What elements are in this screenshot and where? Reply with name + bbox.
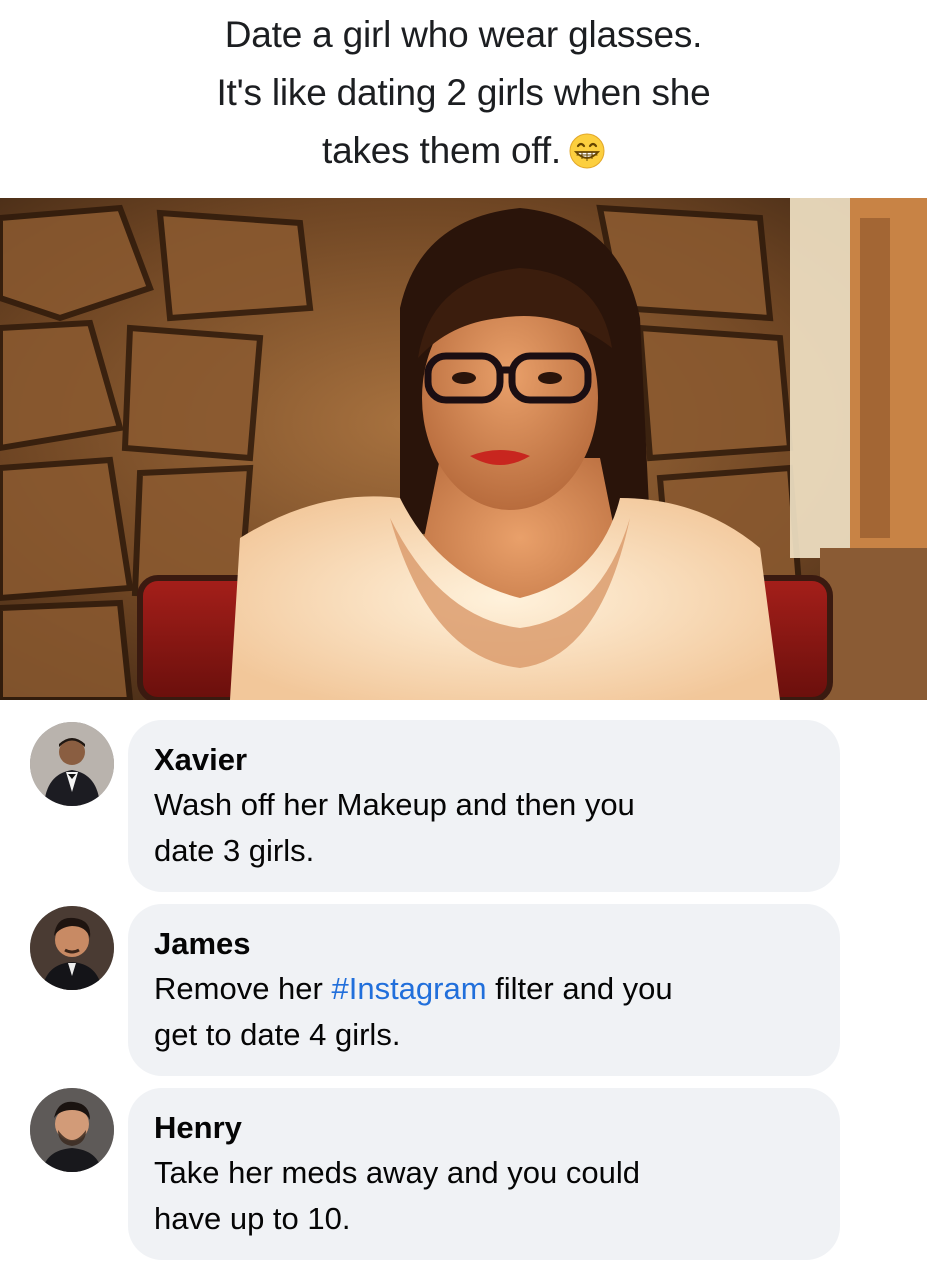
comment-author[interactable]: James — [154, 924, 814, 964]
james-comment-bubble: James Remove her #Instagram filter and y… — [128, 904, 840, 1076]
xavier-comment-bubble: Xavier Wash off her Makeup and then you … — [128, 720, 840, 892]
caption-line-3: takes them off. — [0, 122, 927, 180]
xavier-avatar[interactable] — [30, 722, 114, 806]
woman-with-glasses-photo-icon — [0, 198, 927, 700]
comments-section: Xavier Wash off her Makeup and then you … — [0, 700, 927, 1271]
caption-line-2: It's like dating 2 girls when she — [216, 72, 711, 113]
comment-text-line-1: Wash off her Makeup and then you — [154, 787, 635, 822]
bearded-man-avatar-icon — [30, 1088, 114, 1172]
comment-text-line-1: Remove her #Instagram filter and you — [154, 966, 814, 1012]
henry-avatar[interactable] — [30, 1088, 114, 1172]
comment-author[interactable]: Henry — [154, 1108, 814, 1148]
comment-author[interactable]: Xavier — [154, 740, 814, 780]
comment-text-line-2: have up to 10. — [154, 1201, 351, 1236]
dark-haired-man-avatar-icon — [30, 906, 114, 990]
post-photo[interactable] — [0, 198, 927, 700]
comment-text-line-2: date 3 girls. — [154, 833, 315, 868]
henry-comment-bubble: Henry Take her meds away and you could h… — [128, 1088, 840, 1260]
comment-text-before-hashtag: Remove her — [154, 971, 332, 1006]
james-avatar[interactable] — [30, 906, 114, 990]
man-in-tuxedo-avatar-icon — [30, 722, 114, 806]
comment-text-line-2: get to date 4 girls. — [154, 1017, 401, 1052]
grinning-face-emoji-icon — [569, 128, 605, 169]
post-caption: Date a girl who wear glasses. It's like … — [0, 0, 927, 198]
comment-text-line-1: Take her meds away and you could — [154, 1155, 640, 1190]
caption-line-1: Date a girl who wear glasses. — [224, 14, 703, 55]
caption-line-3-text: takes them off. — [322, 130, 561, 171]
instagram-hashtag-link[interactable]: #Instagram — [331, 971, 486, 1006]
comment-text-after-hashtag: filter and you — [486, 971, 673, 1006]
